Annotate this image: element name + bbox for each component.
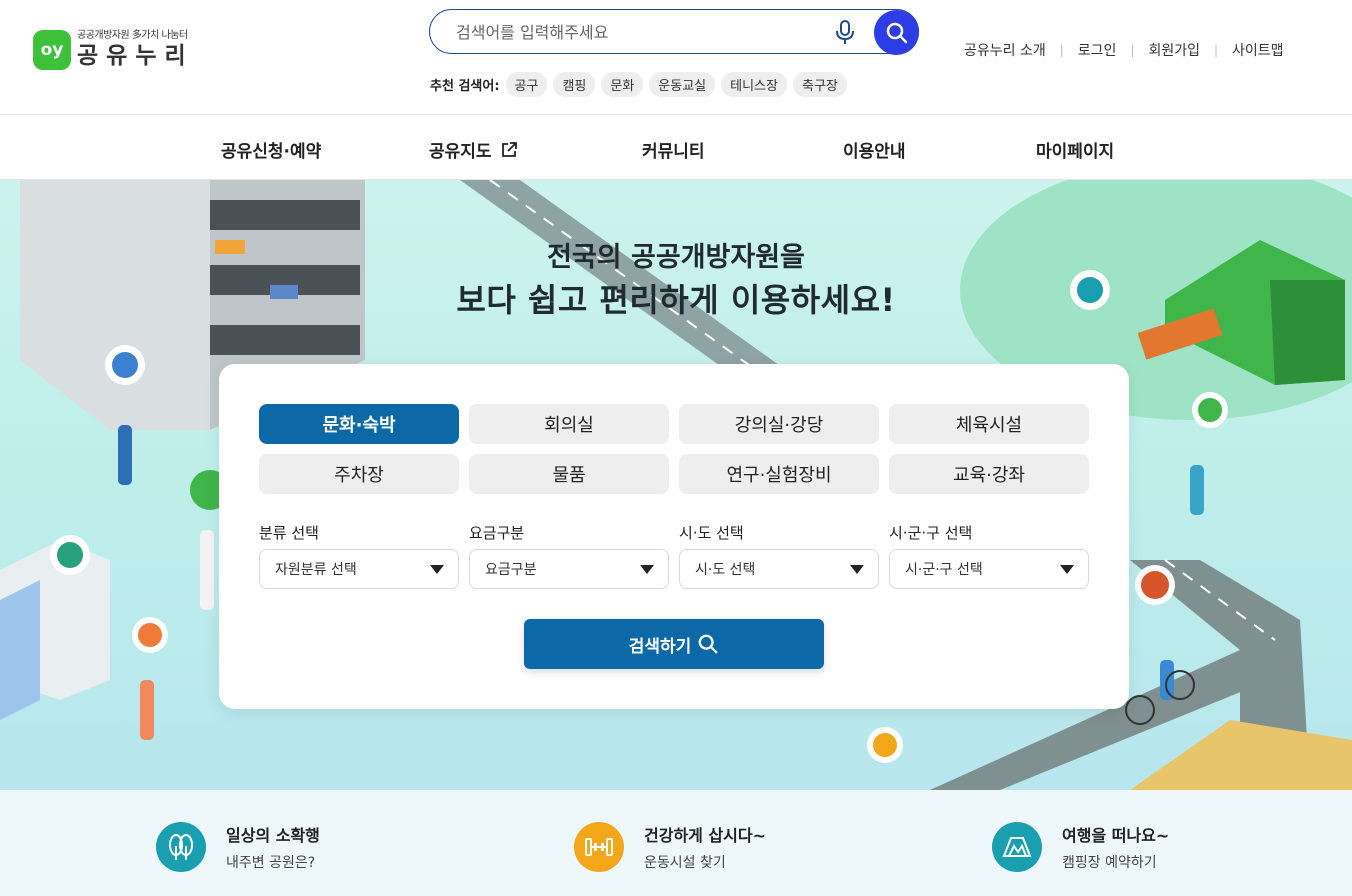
hero-title-line1: 전국의 공공개방자원을 (547, 242, 805, 273)
keyword-chip[interactable]: 공구 (505, 72, 548, 97)
keyword-chip[interactable]: 문화 (601, 72, 644, 97)
search-button[interactable] (874, 10, 919, 55)
select-value: 시·도 선택 (695, 562, 756, 578)
category-education[interactable]: 교육·강좌 (889, 454, 1089, 494)
keyword-chip[interactable]: 운동교실 (649, 72, 716, 97)
quick-link-subtitle: 운동시설 찾기 (644, 855, 726, 871)
search-submit-button[interactable]: 검색하기 (524, 619, 824, 669)
quick-link-subtitle: 내주변 공원은? (226, 855, 316, 871)
resource-search-panel: 문화·숙박 회의실 강의실·강당 체육시설 주차장 물품 연구·실험장비 교육·… (219, 364, 1129, 709)
nav-label: 공유신청·예약 (221, 142, 322, 162)
util-link-sitemap[interactable]: 사이트맵 (1232, 40, 1284, 60)
quick-link-camping[interactable]: 여행을 떠나요~ 캠핑장 예약하기 (992, 822, 1169, 872)
category-research-equipment[interactable]: 연구·실험장비 (679, 454, 879, 494)
dropdown-arrow-icon (850, 565, 864, 574)
dumbbell-icon (574, 822, 624, 872)
nav-item-mypage[interactable]: 마이페이지 (1036, 137, 1114, 162)
microphone-icon[interactable] (834, 19, 856, 45)
province-select[interactable]: 시·도 선택 (679, 549, 879, 589)
filter-label-fee: 요금구분 (469, 524, 525, 542)
quick-links-bar: 일상의 소확행 내주변 공원은? 건강하게 삽시다~ 운동시설 찾기 여행을 떠… (0, 790, 1352, 896)
divider: | (1130, 43, 1135, 57)
district-select[interactable]: 시·군·구 선택 (889, 549, 1089, 589)
quick-link-title: 여행을 떠나요~ (1062, 826, 1170, 845)
nav-item-apply[interactable]: 공유신청·예약 (221, 137, 321, 162)
select-value: 시·군·구 선택 (905, 562, 983, 578)
nav-item-guide[interactable]: 이용안내 (843, 137, 906, 162)
site-logo[interactable]: oy 공공개방자원 多가치 나눔터 공유누리 (33, 30, 194, 70)
util-link-signup[interactable]: 회원가입 (1148, 40, 1200, 60)
quick-link-sports[interactable]: 건강하게 삽시다~ 운동시설 찾기 (574, 822, 766, 872)
filter-label-province: 시·도 선택 (679, 524, 744, 542)
main-nav: 공유신청·예약 공유지도 커뮤니티 이용안내 마이페이지 (0, 115, 1352, 180)
category-lecture-hall[interactable]: 강의실·강당 (679, 404, 879, 444)
logo-subtitle: 공공개방자원 多가치 나눔터 (77, 30, 188, 41)
tent-icon (992, 822, 1042, 872)
filter-label-district: 시·군·구 선택 (889, 524, 973, 542)
quick-link-title: 일상의 소확행 (226, 826, 320, 845)
quick-link-title: 건강하게 삽시다~ (644, 826, 767, 845)
keyword-chip[interactable]: 축구장 (792, 72, 847, 97)
fee-select[interactable]: 요금구분 (469, 549, 669, 589)
logo-mark: oy (33, 30, 71, 70)
category-culture-lodging[interactable]: 문화·숙박 (259, 404, 459, 444)
logo-name: 공유누리 (77, 43, 194, 69)
util-link-login[interactable]: 로그인 (1078, 40, 1117, 60)
category-goods[interactable]: 물품 (469, 454, 669, 494)
quick-link-park[interactable]: 일상의 소확행 내주변 공원은? (156, 822, 320, 872)
divider: | (1059, 43, 1064, 57)
nav-label: 마이페이지 (1036, 142, 1115, 162)
category-meeting-room[interactable]: 회의실 (469, 404, 669, 444)
external-link-icon (501, 141, 517, 157)
dropdown-arrow-icon (1060, 565, 1074, 574)
search-input[interactable] (456, 19, 836, 45)
divider: | (1214, 43, 1219, 57)
hero-title-line2: 보다 쉽고 편리하게 이용하세요! (456, 281, 896, 319)
select-value: 요금구분 (485, 562, 537, 578)
search-submit-label: 검색하기 (628, 636, 692, 657)
keyword-chip[interactable]: 테니스장 (721, 72, 787, 97)
category-sports-facility[interactable]: 체육시설 (889, 404, 1089, 444)
quick-link-subtitle: 캠핑장 예약하기 (1062, 855, 1157, 871)
nav-label: 이용안내 (843, 142, 906, 162)
search-icon (886, 22, 907, 43)
nav-item-map[interactable]: 공유지도 (429, 137, 518, 162)
dropdown-arrow-icon (640, 565, 654, 574)
search-icon (698, 634, 718, 654)
recommended-label: 추천 검색어: (430, 79, 500, 94)
site-header: oy 공공개방자원 多가치 나눔터 공유누리 추천 검색어: 공구 캠핑 문화 … (0, 0, 1352, 115)
nav-label: 커뮤니티 (642, 142, 705, 162)
category-select[interactable]: 자원분류 선택 (259, 549, 459, 589)
recommended-keywords: 추천 검색어: 공구 캠핑 문화 운동교실 테니스장 축구장 (430, 72, 853, 97)
category-parking[interactable]: 주차장 (259, 454, 459, 494)
nav-item-community[interactable]: 커뮤니티 (642, 137, 705, 162)
select-value: 자원분류 선택 (275, 562, 357, 578)
filter-label-category: 분류 선택 (259, 524, 319, 542)
utility-links: 공유누리 소개 | 로그인 | 회원가입 | 사이트맵 (964, 40, 1284, 60)
keyword-chip[interactable]: 캠핑 (553, 72, 596, 97)
util-link-about[interactable]: 공유누리 소개 (964, 40, 1046, 60)
hero-section: 전국의 공공개방자원을 보다 쉽고 편리하게 이용하세요! 문화·숙박 회의실 … (0, 180, 1352, 790)
search-bar (429, 9, 919, 55)
park-icon (156, 822, 206, 872)
dropdown-arrow-icon (430, 565, 444, 574)
nav-label: 공유지도 (429, 142, 492, 162)
